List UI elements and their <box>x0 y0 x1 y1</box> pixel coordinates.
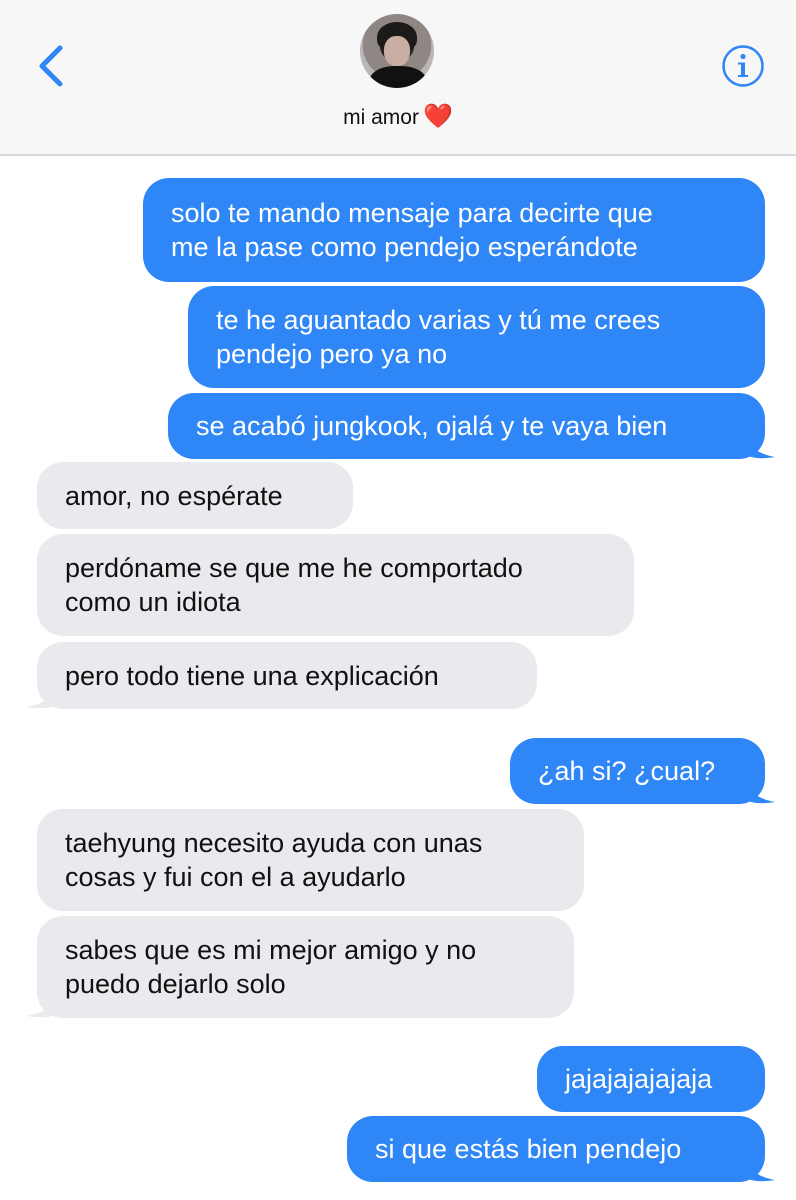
sent-message-bubble[interactable]: se acabó jungkook, ojalá y te vaya bien <box>168 393 765 459</box>
received-message-bubble[interactable]: taehyung necesito ayuda con unas cosas y… <box>37 809 584 911</box>
sent-message-bubble[interactable]: solo te mando mensaje para decirte que m… <box>143 178 765 282</box>
heart-emoji: ❤️ <box>422 103 453 130</box>
avatar-face <box>384 36 410 66</box>
sent-message-bubble[interactable]: jajajajajajaja <box>537 1046 765 1112</box>
received-message-bubble[interactable]: pero todo tiene una explicación <box>37 642 537 709</box>
received-message-bubble[interactable]: sabes que es mi mejor amigo y no puedo d… <box>37 916 574 1018</box>
received-message-bubble[interactable]: amor, no espérate <box>37 462 353 529</box>
contact-avatar[interactable] <box>360 14 434 88</box>
sent-message-bubble[interactable]: te he aguantado varias y tú me crees pen… <box>188 286 765 388</box>
avatar-body <box>370 66 426 88</box>
sent-message-bubble[interactable]: si que estás bien pendejo <box>347 1116 765 1182</box>
conversation-header: mi amor ❤️ <box>0 0 796 156</box>
info-circle-icon[interactable] <box>721 44 765 88</box>
contact-name[interactable]: mi amor ❤️ <box>0 102 796 131</box>
sent-message-bubble[interactable]: ¿ah si? ¿cual? <box>510 738 765 804</box>
chevron-left-icon[interactable] <box>34 42 74 90</box>
contact-name-label: mi amor <box>343 106 419 129</box>
received-message-bubble[interactable]: perdóname se que me he comportado como u… <box>37 534 634 636</box>
